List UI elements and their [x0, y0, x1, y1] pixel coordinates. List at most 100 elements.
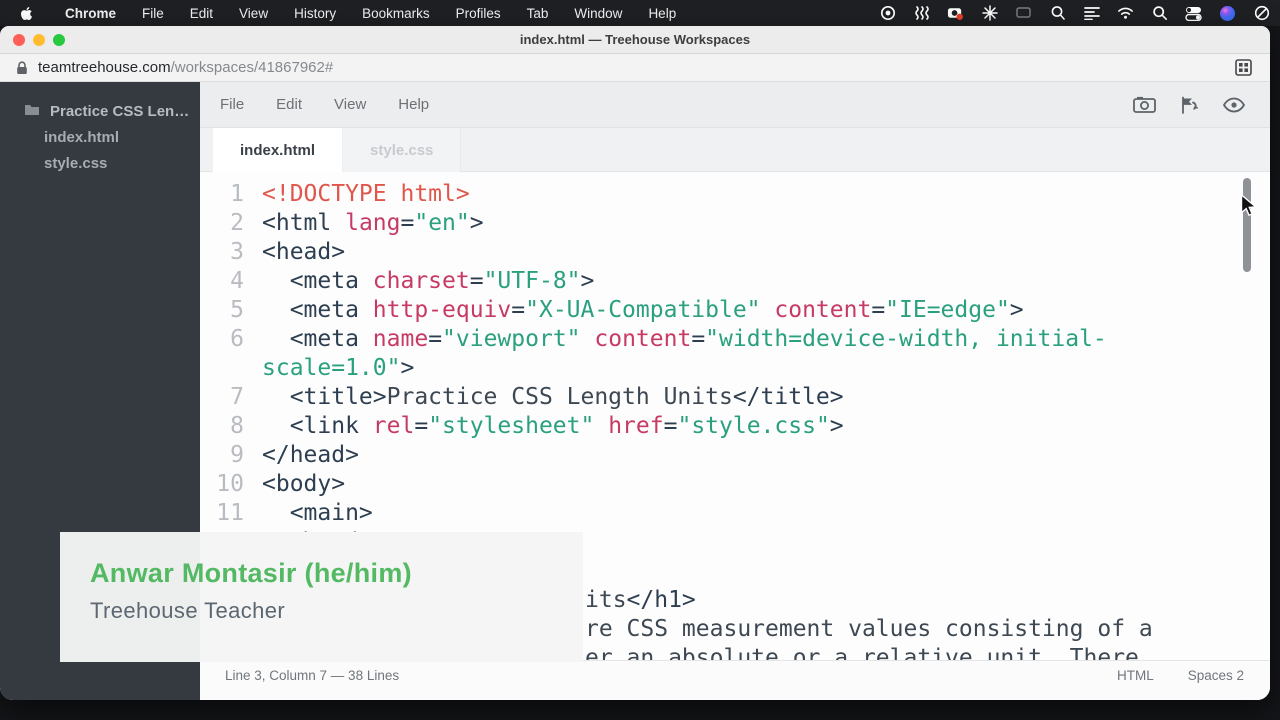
sidebar-files: index.htmlstyle.css	[0, 124, 200, 176]
workspace-menubar: File Edit View Help	[200, 82, 1270, 128]
code-token: >	[1010, 297, 1024, 323]
tab-style.css[interactable]: style.css	[343, 128, 461, 172]
workspace-menu-file[interactable]: File	[220, 96, 244, 113]
code-line-9: 9</head>	[200, 441, 1270, 470]
code-line-wrap-6: scale=1.0">	[200, 354, 1270, 383]
code-token: <!DOCTYPE html>	[262, 181, 470, 207]
code-text: <!DOCTYPE html>	[244, 180, 470, 209]
code-token: =	[664, 413, 678, 439]
workspace-menu-help[interactable]: Help	[398, 96, 429, 113]
code-line-3: 3<head>	[200, 238, 1270, 267]
url-path: /workspaces/41867962#	[171, 59, 334, 76]
presenter-name: Anwar Montasir (he/him)	[90, 558, 583, 589]
code-text: <title>Practice CSS Length Units</title>	[244, 383, 844, 412]
code-text: <meta charset="UTF-8">	[244, 267, 594, 296]
apple-icon[interactable]	[18, 5, 35, 22]
workspace-menu-edit[interactable]: Edit	[276, 96, 302, 113]
menubar-item-bookmarks[interactable]: Bookmarks	[362, 6, 430, 21]
code-text: <html lang="en">	[244, 209, 484, 238]
titlebar[interactable]: index.html — Treehouse Workspaces	[0, 26, 1270, 54]
window-title: index.html — Treehouse Workspaces	[0, 32, 1270, 47]
code-token: >	[400, 355, 414, 381]
code-text: </head>	[244, 441, 359, 470]
code-line-8: 8 <link rel="stylesheet" href="style.css…	[200, 412, 1270, 441]
snowflake-icon[interactable]	[981, 5, 998, 22]
display-icon[interactable]	[1015, 5, 1032, 22]
line-number	[200, 354, 244, 383]
code-token: <link	[262, 413, 359, 439]
menubar-item-window[interactable]: Window	[574, 6, 622, 21]
code-token: scale=1.0"	[262, 355, 400, 381]
grid-icon[interactable]	[1235, 59, 1252, 81]
code-token: "en"	[414, 210, 469, 236]
code-text: <main>	[244, 499, 373, 528]
list-icon[interactable]	[1083, 5, 1100, 22]
sidebar-file-index.html[interactable]: index.html	[0, 124, 200, 150]
vertical-scrollbar-thumb[interactable]	[1243, 178, 1251, 272]
syntax-mode[interactable]: HTML	[1117, 668, 1154, 683]
clipped-code-fragment-1: its</h1>	[585, 586, 696, 615]
code-token: name	[359, 326, 428, 352]
eye-icon[interactable]	[1222, 97, 1246, 113]
menubar-item-view[interactable]: View	[239, 6, 268, 21]
menubar-item-file[interactable]: File	[142, 6, 164, 21]
mouse-cursor	[1240, 194, 1259, 225]
code-token: "width=device-width, initial-	[705, 326, 1107, 352]
sidebar-file-style.css[interactable]: style.css	[0, 150, 200, 176]
menubar-status-icons	[879, 0, 1270, 26]
menubar-item-history[interactable]: History	[294, 6, 336, 21]
code-token: =	[511, 297, 525, 323]
zoom-icon[interactable]	[1049, 5, 1066, 22]
waves-icon[interactable]	[913, 5, 930, 22]
code-token: <html	[262, 210, 331, 236]
wifi-icon[interactable]	[1117, 5, 1134, 22]
line-number: 5	[200, 296, 244, 325]
indent-setting[interactable]: Spaces 2	[1188, 668, 1244, 683]
menubar-item-help[interactable]: Help	[648, 6, 676, 21]
search-icon[interactable]	[1151, 5, 1168, 22]
sidebar-project-folder[interactable]: Practice CSS Len…	[0, 98, 200, 124]
code-line-5: 5 <meta http-equiv="X-UA-Compatible" con…	[200, 296, 1270, 325]
code-token: re CSS measurement values consisting of …	[585, 616, 1153, 642]
code-token: rel	[359, 413, 414, 439]
code-text: <meta http-equiv="X-UA-Compatible" conte…	[244, 296, 1024, 325]
fork-icon[interactable]	[1180, 96, 1198, 114]
menubar-item-chrome[interactable]: Chrome	[65, 6, 116, 21]
code-line-7: 7 <title>Practice CSS Length Units</titl…	[200, 383, 1270, 412]
menubar-item-edit[interactable]: Edit	[190, 6, 213, 21]
code-token: =	[401, 210, 415, 236]
address-bar[interactable]: teamtreehouse.com/workspaces/41867962#	[0, 54, 1270, 82]
code-token: <meta	[262, 297, 359, 323]
code-token: http-equiv	[359, 297, 511, 323]
code-token: "viewport"	[442, 326, 580, 352]
code-token: </title>	[733, 384, 844, 410]
code-token: <meta	[262, 326, 359, 352]
folder-icon	[24, 103, 40, 120]
code-token: <title>	[262, 384, 387, 410]
record-icon[interactable]	[879, 5, 896, 22]
code-token: lang	[331, 210, 400, 236]
code-token: charset	[359, 268, 470, 294]
code-token: Practice CSS Length Units	[387, 384, 733, 410]
code-token: =	[871, 297, 885, 323]
do-not-disturb-icon[interactable]	[1253, 5, 1270, 22]
control-center-icon[interactable]	[1185, 5, 1202, 22]
menubar-item-tab[interactable]: Tab	[527, 6, 549, 21]
tab-index.html[interactable]: index.html	[213, 128, 343, 172]
camera-icon[interactable]	[1133, 96, 1156, 113]
code-token: content	[581, 326, 692, 352]
code-token: "UTF-8"	[484, 268, 581, 294]
cursor-position: Line 3, Column 7 — 38 Lines	[225, 668, 399, 683]
siri-icon[interactable]	[1219, 5, 1236, 22]
code-text: <meta name="viewport" content="width=dev…	[244, 325, 1107, 354]
code-token: "stylesheet"	[428, 413, 594, 439]
workspace-menu-view[interactable]: View	[334, 96, 366, 113]
url-text[interactable]: teamtreehouse.com/workspaces/41867962#	[38, 59, 333, 76]
line-number: 11	[200, 499, 244, 528]
lock-icon[interactable]	[16, 61, 28, 75]
code-token: =	[428, 326, 442, 352]
screen-record-icon[interactable]	[947, 5, 964, 22]
editor-tabstrip: index.htmlstyle.css	[200, 128, 1270, 172]
line-number: 7	[200, 383, 244, 412]
menubar-item-profiles[interactable]: Profiles	[456, 6, 501, 21]
